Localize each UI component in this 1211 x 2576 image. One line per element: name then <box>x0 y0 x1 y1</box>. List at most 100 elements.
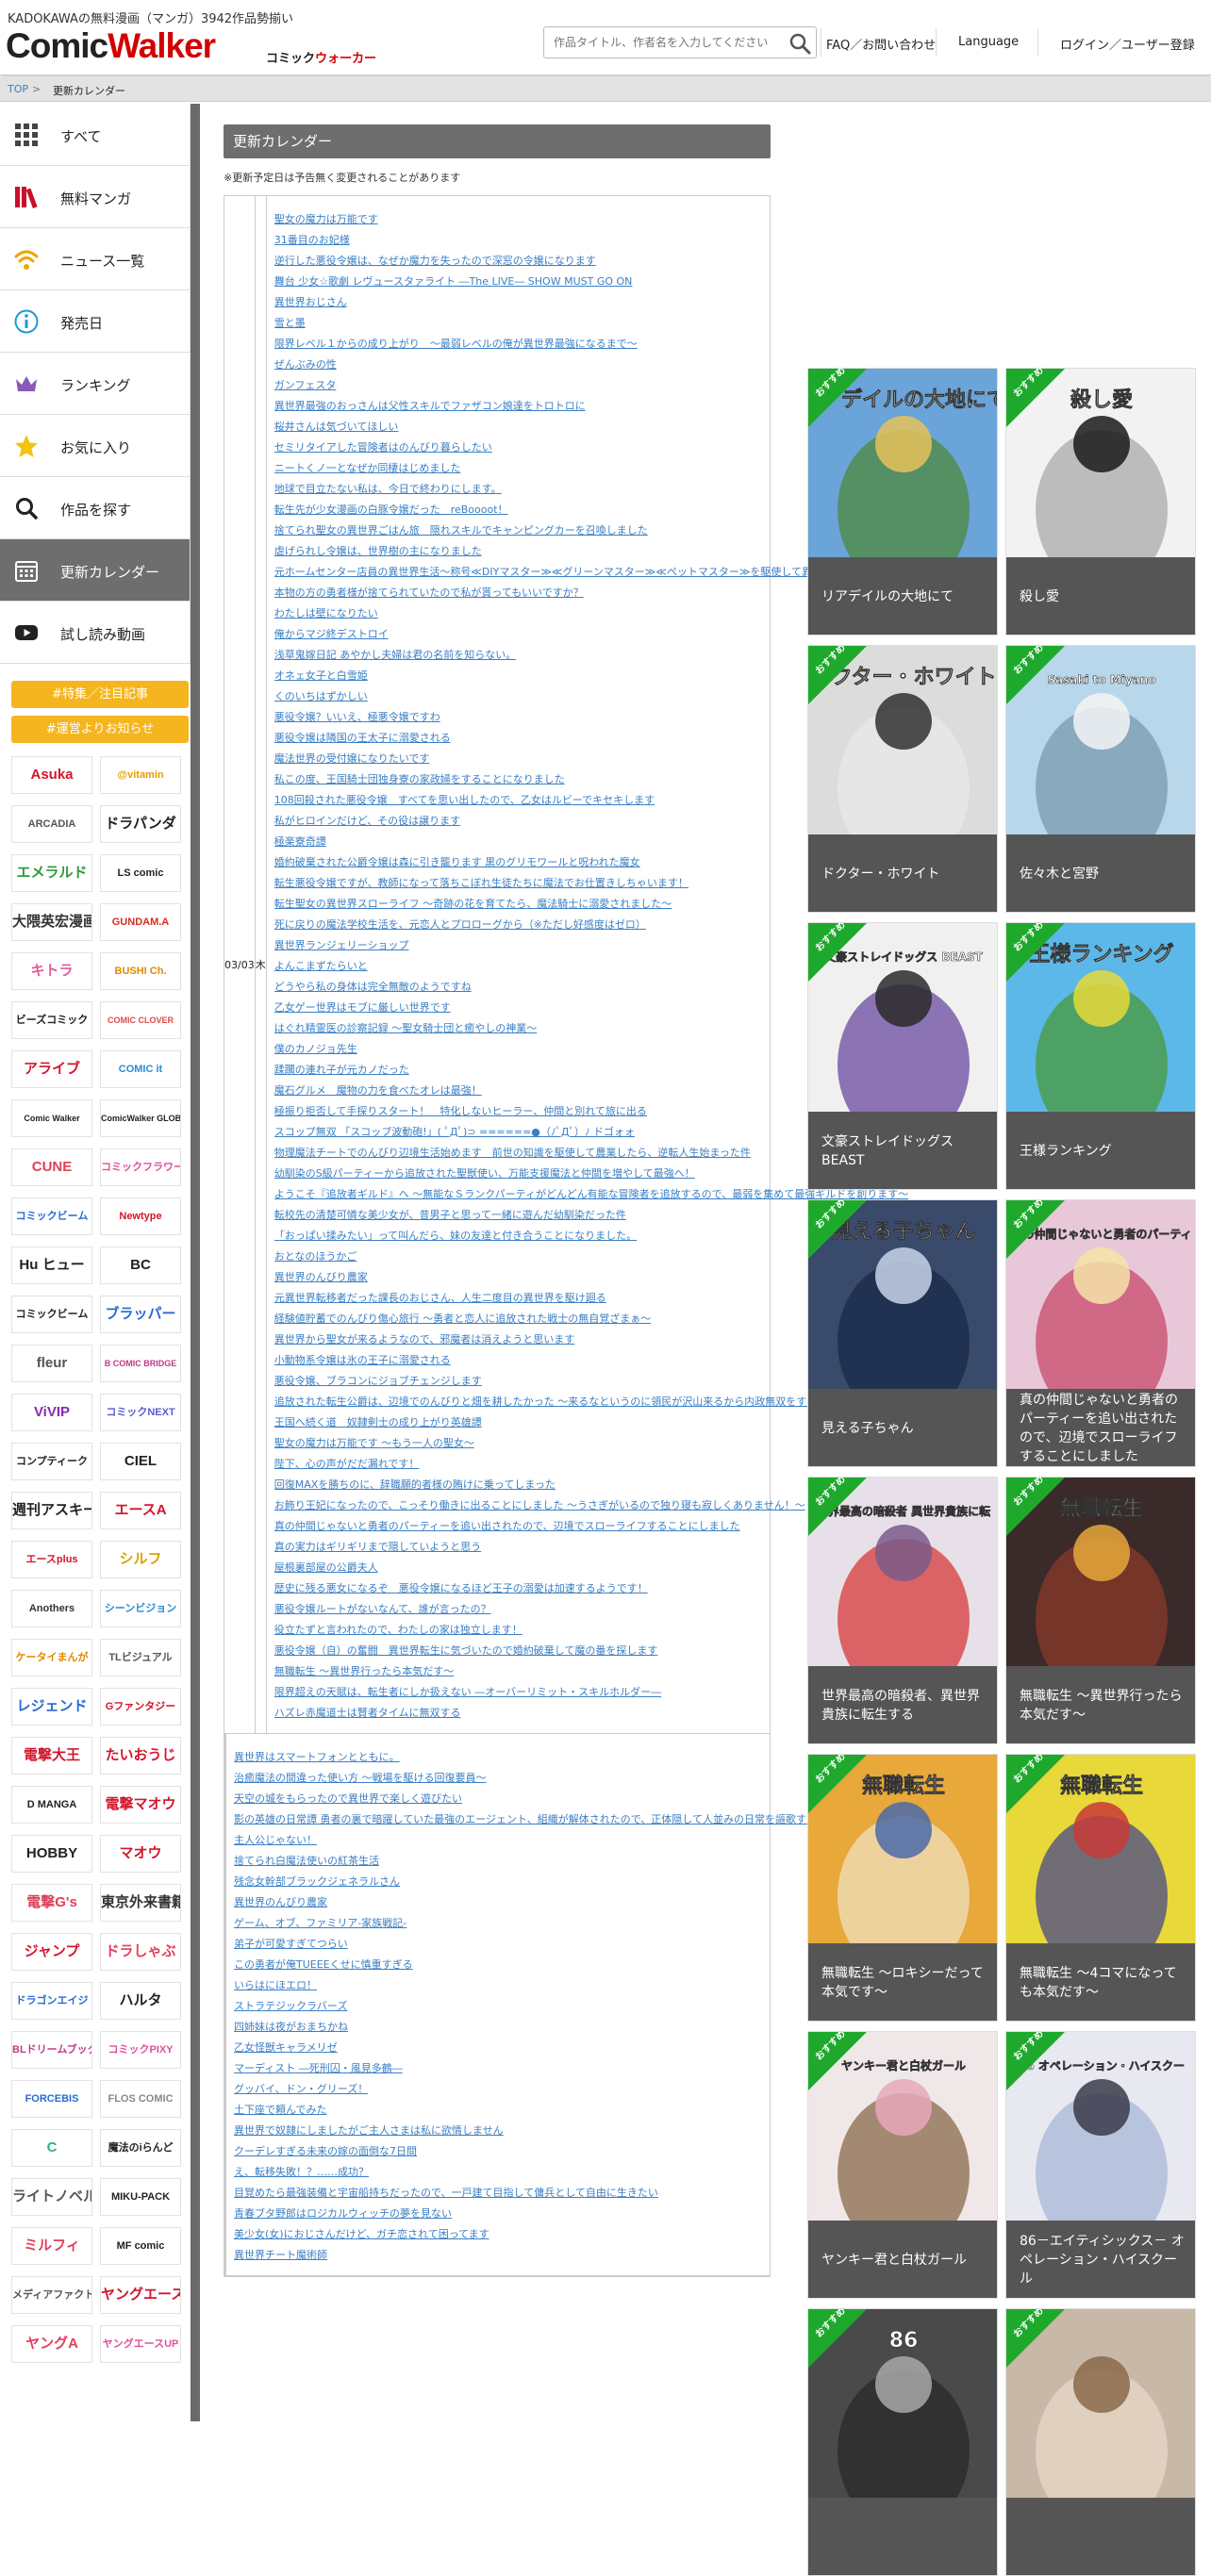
series-link[interactable]: 天空の城をもらったので異世界で楽しく遊びたい <box>234 1789 827 1809</box>
label-logo[interactable]: COMIC CLOVER <box>100 1001 181 1039</box>
label-logo[interactable]: Newtype <box>100 1197 181 1235</box>
recommended-card[interactable]: 世界最高の暗殺者 異世界貴族に転 おすすめ 世界最高の暗殺者、異世界貴族に転生する <box>807 1477 998 1744</box>
series-link[interactable]: 舞台 少女☆歌劇 レヴュースタァライト ―The LIVE― SHOW MUST… <box>274 272 926 292</box>
label-logo[interactable]: HOBBY <box>11 1835 92 1873</box>
series-link[interactable]: 目覚めたら最強装備と宇宙船持ちだったので、一戸建て目指して傭兵として自由に生きた… <box>234 2183 827 2204</box>
label-logo[interactable]: D MANGA <box>11 1786 92 1824</box>
recommended-card[interactable]: 無職転生 おすすめ 無職転生 ～ロキシーだって本気です～ <box>807 1754 998 2022</box>
sidebar-item-search[interactable]: 作品を探す <box>0 477 191 539</box>
label-logo[interactable]: ViVIP <box>11 1394 92 1431</box>
sidebar-item-ranking[interactable]: ランキング <box>0 353 191 415</box>
series-link[interactable]: この勇者が俺TUEEEくせに慎重すぎる <box>234 1955 827 1975</box>
label-logo[interactable]: コミックフラワー <box>100 1148 181 1186</box>
recommended-card[interactable]: ドクター・ホワイト おすすめ ドクター・ホワイト <box>807 645 998 913</box>
label-logo[interactable]: 電撃大王 <box>11 1737 92 1775</box>
series-link[interactable]: 捨てられ白魔法使いの紅茶生活 <box>234 1851 827 1872</box>
label-logo[interactable]: LS comic <box>100 854 181 892</box>
sidebar-item-favorites[interactable]: お気に入り <box>0 415 191 477</box>
recommended-card[interactable]: 見える子ちゃん おすすめ 見える子ちゃん <box>807 1199 998 1467</box>
label-logo[interactable]: エメラルド <box>11 854 92 892</box>
series-link[interactable]: 限界レベル１からの成り上がり ～最弱レベルの俺が異世界最強になるまで～ <box>274 334 926 355</box>
label-logo[interactable]: TLビジュアル <box>100 1639 181 1676</box>
recommended-card[interactable]: 86 おすすめ <box>807 2308 998 2576</box>
recommended-card[interactable]: 無職転生 おすすめ 無職転生 ～異世界行ったら本気だす～ <box>1005 1477 1196 1744</box>
label-logo[interactable]: 週刊アスキー <box>11 1492 92 1529</box>
label-logo[interactable]: ケータイまんが <box>11 1639 92 1676</box>
recommended-card[interactable]: Sasaki to Miyano おすすめ 佐々木と宮野 <box>1005 645 1196 913</box>
label-logo[interactable]: ARCADIA <box>11 805 92 843</box>
recommended-card[interactable]: 殺し愛 おすすめ 殺し愛 <box>1005 368 1196 636</box>
series-link[interactable]: 主人公じゃない！ <box>234 1830 827 1851</box>
label-logo[interactable]: エースA <box>100 1492 181 1529</box>
series-link[interactable]: 土下座で頼んでみた <box>234 2100 827 2121</box>
label-logo[interactable]: ジャンプ <box>11 1933 92 1971</box>
series-link[interactable]: 治癒魔法の間違った使い方 ～戦場を駆ける回復要員～ <box>234 1768 827 1789</box>
label-logo[interactable]: 魔法のiらんど <box>100 2129 181 2167</box>
recommended-card[interactable]: おすすめ <box>1005 2308 1196 2576</box>
label-logo[interactable]: シーンビジョン <box>100 1590 181 1627</box>
label-logo[interactable]: ドラパンダ <box>100 805 181 843</box>
label-logo[interactable]: MF comic <box>100 2227 181 2265</box>
series-link[interactable]: 美少女(女)におじさんだけど、ガチ恋されて困ってます <box>234 2224 827 2245</box>
recommended-card[interactable]: リアデイルの大地にて おすすめ リアデイルの大地にて <box>807 368 998 636</box>
label-logo[interactable]: BC <box>100 1247 181 1284</box>
series-link[interactable]: マーディスト ―死刑囚・風見多鶴― <box>234 2058 827 2079</box>
label-logo[interactable]: レジェンド <box>11 1688 92 1726</box>
login-link[interactable]: ログイン／ユーザー登録 <box>1060 35 1195 53</box>
label-logo[interactable]: Comic Walker <box>11 1099 92 1137</box>
label-logo[interactable]: BUSHI Ch. <box>100 952 181 990</box>
series-link[interactable]: 異世界おじさん <box>274 292 926 313</box>
label-logo[interactable]: MIKU-PACK <box>100 2178 181 2216</box>
sidebar-item-free-manga[interactable]: 無料マンガ <box>0 166 191 228</box>
label-logo[interactable]: ハルタ <box>100 1982 181 2020</box>
series-link[interactable]: 聖女の魔力は万能です <box>274 209 926 230</box>
label-logo[interactable]: 電撃マオウ <box>100 1786 181 1824</box>
recommended-card[interactable]: 86 オペレーション・ハイスクー おすすめ 86－エイティシックス－ オペレーション… <box>1005 2031 1196 2299</box>
label-logo[interactable]: fleur <box>11 1345 92 1382</box>
label-logo[interactable]: Hu ヒュー <box>11 1247 92 1284</box>
label-logo[interactable]: コミックNEXT <box>100 1394 181 1431</box>
site-logo[interactable]: ComicWalker <box>6 26 216 66</box>
series-link[interactable]: ゲーム、オブ、ファミリア-家族戦記- <box>234 1913 827 1934</box>
series-link[interactable]: ストラテジックラバーズ <box>234 1996 827 2017</box>
faq-link[interactable]: FAQ／お問い合わせ <box>826 35 936 53</box>
sidebar-item-release-date[interactable]: 発売日 <box>0 290 191 353</box>
series-link[interactable]: 31番目のお妃様 <box>274 230 926 251</box>
label-logo[interactable]: B COMIC BRIDGE <box>100 1345 181 1382</box>
series-link[interactable]: 影の英雄の日常譚 勇者の裏で暗躍していた最強のエージェント、組織が解体されたので… <box>234 1809 827 1830</box>
label-logo[interactable]: メディアファクトリー <box>11 2276 92 2314</box>
label-logo[interactable]: ComicWalker GLOBAL <box>100 1099 181 1137</box>
label-logo[interactable]: 大隈英宏漫画 <box>11 903 92 941</box>
label-logo[interactable]: FLOS COMIC <box>100 2080 181 2118</box>
label-logo[interactable]: CUNE <box>11 1148 92 1186</box>
series-link[interactable]: 残念女幹部ブラックジェネラルさん <box>234 1872 827 1892</box>
sidebar-item-trial-video[interactable]: 試し読み動画 <box>0 602 191 664</box>
label-logo[interactable]: キトラ <box>11 952 92 990</box>
label-logo[interactable]: たいおうじ <box>100 1737 181 1775</box>
label-logo[interactable]: Asuka <box>11 756 92 794</box>
series-link[interactable]: 乙女怪獣キャラメリゼ <box>234 2038 827 2058</box>
series-link[interactable]: グッバイ、ドン・グリーズ！ <box>234 2079 827 2100</box>
series-link[interactable]: 逆行した悪役令嬢は、なぜか魔力を失ったので深窓の令嬢になります <box>274 251 926 272</box>
label-logo[interactable]: ドラゴンエイジ <box>11 1982 92 2020</box>
recommended-card[interactable]: 文豪ストレイドッグス BEAST おすすめ 文豪ストレイドッグス BEAST <box>807 922 998 1190</box>
label-logo[interactable]: ヤングエース <box>100 2276 181 2314</box>
search-input[interactable] <box>544 27 775 58</box>
series-link[interactable]: 異世界のんびり農家 <box>234 1892 827 1913</box>
label-logo[interactable]: C <box>11 2129 92 2167</box>
label-logo[interactable]: ビーズコミック <box>11 1001 92 1039</box>
language-link[interactable]: Language <box>958 35 1019 49</box>
label-logo[interactable]: コミックビーム <box>11 1197 92 1235</box>
label-logo[interactable]: CIEL <box>100 1443 181 1480</box>
series-link[interactable]: 異世界で奴隷にしましたがご主人さまは私に欲情しません <box>234 2121 827 2141</box>
recommended-card[interactable]: 無職転生 おすすめ 無職転生 ～4コマになっても本気だす～ <box>1005 1754 1196 2022</box>
label-logo[interactable]: Gファンタジー <box>100 1688 181 1726</box>
label-logo[interactable]: ヤングエースUP <box>100 2325 181 2363</box>
label-logo[interactable]: Anothers <box>11 1590 92 1627</box>
recommended-card[interactable]: 真の仲間じゃないと勇者のパーティ おすすめ 真の仲間じゃないと勇者のパーティーを追い… <box>1005 1199 1196 1467</box>
series-link[interactable]: 四姉妹は夜がおまちかね <box>234 2017 827 2038</box>
label-logo[interactable]: コミックビーム <box>11 1296 92 1333</box>
notices-button[interactable]: #運営よりお知らせ <box>11 716 189 743</box>
label-logo[interactable]: ミルフィ <box>11 2227 92 2265</box>
label-logo[interactable]: 東京外来書籍 <box>100 1884 181 1922</box>
